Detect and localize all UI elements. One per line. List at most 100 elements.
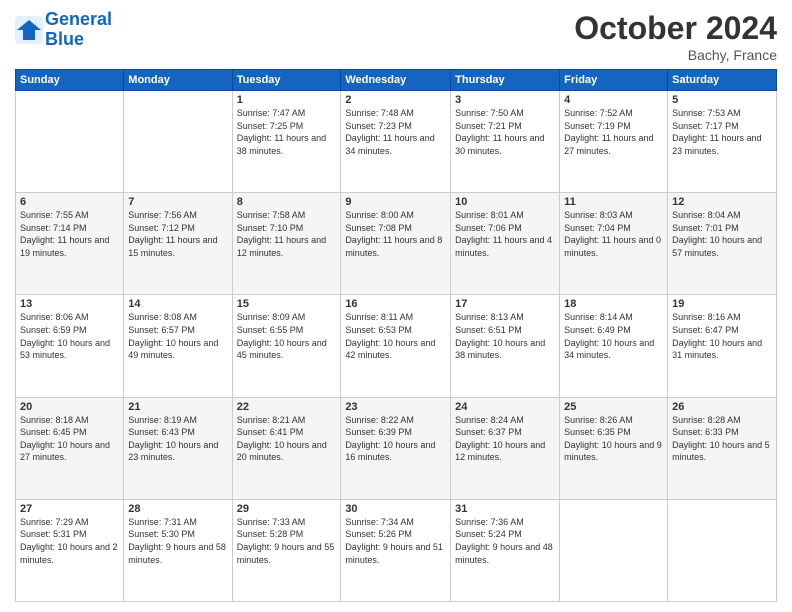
day-number: 17 xyxy=(455,298,555,310)
day-cell: 26Sunrise: 8:28 AM Sunset: 6:33 PM Dayli… xyxy=(668,397,777,499)
day-cell: 30Sunrise: 7:34 AM Sunset: 5:26 PM Dayli… xyxy=(341,499,451,601)
day-info: Sunrise: 7:34 AM Sunset: 5:26 PM Dayligh… xyxy=(345,516,446,566)
day-cell: 24Sunrise: 8:24 AM Sunset: 6:37 PM Dayli… xyxy=(451,397,560,499)
day-cell: 25Sunrise: 8:26 AM Sunset: 6:35 PM Dayli… xyxy=(560,397,668,499)
day-number: 21 xyxy=(128,401,227,413)
logo-icon xyxy=(15,16,43,44)
day-number: 16 xyxy=(345,298,446,310)
day-number: 3 xyxy=(455,94,555,106)
day-info: Sunrise: 7:55 AM Sunset: 7:14 PM Dayligh… xyxy=(20,209,119,259)
logo-blue: Blue xyxy=(45,29,84,49)
day-cell: 13Sunrise: 8:06 AM Sunset: 6:59 PM Dayli… xyxy=(16,295,124,397)
week-row-0: 1Sunrise: 7:47 AM Sunset: 7:25 PM Daylig… xyxy=(16,91,777,193)
day-cell: 6Sunrise: 7:55 AM Sunset: 7:14 PM Daylig… xyxy=(16,193,124,295)
day-info: Sunrise: 8:26 AM Sunset: 6:35 PM Dayligh… xyxy=(564,414,663,464)
day-info: Sunrise: 7:36 AM Sunset: 5:24 PM Dayligh… xyxy=(455,516,555,566)
day-info: Sunrise: 8:00 AM Sunset: 7:08 PM Dayligh… xyxy=(345,209,446,259)
day-number: 20 xyxy=(20,401,119,413)
week-row-3: 20Sunrise: 8:18 AM Sunset: 6:45 PM Dayli… xyxy=(16,397,777,499)
week-row-1: 6Sunrise: 7:55 AM Sunset: 7:14 PM Daylig… xyxy=(16,193,777,295)
day-cell: 21Sunrise: 8:19 AM Sunset: 6:43 PM Dayli… xyxy=(124,397,232,499)
col-sunday: Sunday xyxy=(16,70,124,91)
day-info: Sunrise: 7:31 AM Sunset: 5:30 PM Dayligh… xyxy=(128,516,227,566)
day-number: 8 xyxy=(237,196,337,208)
day-info: Sunrise: 8:08 AM Sunset: 6:57 PM Dayligh… xyxy=(128,311,227,361)
day-cell: 3Sunrise: 7:50 AM Sunset: 7:21 PM Daylig… xyxy=(451,91,560,193)
day-info: Sunrise: 8:13 AM Sunset: 6:51 PM Dayligh… xyxy=(455,311,555,361)
day-number: 15 xyxy=(237,298,337,310)
calendar-table: Sunday Monday Tuesday Wednesday Thursday… xyxy=(15,69,777,602)
day-cell: 28Sunrise: 7:31 AM Sunset: 5:30 PM Dayli… xyxy=(124,499,232,601)
col-friday: Friday xyxy=(560,70,668,91)
header-row: Sunday Monday Tuesday Wednesday Thursday… xyxy=(16,70,777,91)
day-info: Sunrise: 7:58 AM Sunset: 7:10 PM Dayligh… xyxy=(237,209,337,259)
day-cell: 7Sunrise: 7:56 AM Sunset: 7:12 PM Daylig… xyxy=(124,193,232,295)
location: Bachy, France xyxy=(574,47,777,63)
day-cell: 1Sunrise: 7:47 AM Sunset: 7:25 PM Daylig… xyxy=(232,91,341,193)
day-number: 24 xyxy=(455,401,555,413)
day-info: Sunrise: 7:52 AM Sunset: 7:19 PM Dayligh… xyxy=(564,107,663,157)
day-number: 31 xyxy=(455,503,555,515)
day-cell: 15Sunrise: 8:09 AM Sunset: 6:55 PM Dayli… xyxy=(232,295,341,397)
day-number: 9 xyxy=(345,196,446,208)
day-info: Sunrise: 7:33 AM Sunset: 5:28 PM Dayligh… xyxy=(237,516,337,566)
day-cell xyxy=(124,91,232,193)
day-cell: 14Sunrise: 8:08 AM Sunset: 6:57 PM Dayli… xyxy=(124,295,232,397)
col-saturday: Saturday xyxy=(668,70,777,91)
day-number: 26 xyxy=(672,401,772,413)
day-number: 2 xyxy=(345,94,446,106)
month-title: October 2024 xyxy=(574,10,777,47)
day-number: 5 xyxy=(672,94,772,106)
day-cell: 12Sunrise: 8:04 AM Sunset: 7:01 PM Dayli… xyxy=(668,193,777,295)
day-cell: 16Sunrise: 8:11 AM Sunset: 6:53 PM Dayli… xyxy=(341,295,451,397)
col-wednesday: Wednesday xyxy=(341,70,451,91)
day-cell: 23Sunrise: 8:22 AM Sunset: 6:39 PM Dayli… xyxy=(341,397,451,499)
day-info: Sunrise: 7:50 AM Sunset: 7:21 PM Dayligh… xyxy=(455,107,555,157)
day-cell: 19Sunrise: 8:16 AM Sunset: 6:47 PM Dayli… xyxy=(668,295,777,397)
day-cell: 18Sunrise: 8:14 AM Sunset: 6:49 PM Dayli… xyxy=(560,295,668,397)
day-cell xyxy=(560,499,668,601)
day-number: 11 xyxy=(564,196,663,208)
day-number: 4 xyxy=(564,94,663,106)
page: General Blue October 2024 Bachy, France … xyxy=(0,0,792,612)
day-cell: 11Sunrise: 8:03 AM Sunset: 7:04 PM Dayli… xyxy=(560,193,668,295)
day-info: Sunrise: 7:48 AM Sunset: 7:23 PM Dayligh… xyxy=(345,107,446,157)
logo-general: General xyxy=(45,9,112,29)
day-info: Sunrise: 8:09 AM Sunset: 6:55 PM Dayligh… xyxy=(237,311,337,361)
day-number: 25 xyxy=(564,401,663,413)
title-area: October 2024 Bachy, France xyxy=(574,10,777,63)
day-number: 7 xyxy=(128,196,227,208)
day-info: Sunrise: 7:56 AM Sunset: 7:12 PM Dayligh… xyxy=(128,209,227,259)
day-number: 18 xyxy=(564,298,663,310)
day-cell: 2Sunrise: 7:48 AM Sunset: 7:23 PM Daylig… xyxy=(341,91,451,193)
day-info: Sunrise: 8:18 AM Sunset: 6:45 PM Dayligh… xyxy=(20,414,119,464)
day-number: 30 xyxy=(345,503,446,515)
day-cell: 31Sunrise: 7:36 AM Sunset: 5:24 PM Dayli… xyxy=(451,499,560,601)
header: General Blue October 2024 Bachy, France xyxy=(15,10,777,63)
day-info: Sunrise: 8:24 AM Sunset: 6:37 PM Dayligh… xyxy=(455,414,555,464)
day-number: 29 xyxy=(237,503,337,515)
day-cell: 5Sunrise: 7:53 AM Sunset: 7:17 PM Daylig… xyxy=(668,91,777,193)
logo-text: General Blue xyxy=(45,10,112,50)
day-number: 22 xyxy=(237,401,337,413)
day-cell: 22Sunrise: 8:21 AM Sunset: 6:41 PM Dayli… xyxy=(232,397,341,499)
day-number: 10 xyxy=(455,196,555,208)
day-cell xyxy=(668,499,777,601)
day-number: 1 xyxy=(237,94,337,106)
day-number: 27 xyxy=(20,503,119,515)
week-row-2: 13Sunrise: 8:06 AM Sunset: 6:59 PM Dayli… xyxy=(16,295,777,397)
day-info: Sunrise: 8:14 AM Sunset: 6:49 PM Dayligh… xyxy=(564,311,663,361)
day-info: Sunrise: 7:53 AM Sunset: 7:17 PM Dayligh… xyxy=(672,107,772,157)
day-info: Sunrise: 8:22 AM Sunset: 6:39 PM Dayligh… xyxy=(345,414,446,464)
day-number: 23 xyxy=(345,401,446,413)
day-cell: 8Sunrise: 7:58 AM Sunset: 7:10 PM Daylig… xyxy=(232,193,341,295)
logo: General Blue xyxy=(15,10,112,50)
day-info: Sunrise: 7:47 AM Sunset: 7:25 PM Dayligh… xyxy=(237,107,337,157)
day-cell: 20Sunrise: 8:18 AM Sunset: 6:45 PM Dayli… xyxy=(16,397,124,499)
day-number: 28 xyxy=(128,503,227,515)
col-tuesday: Tuesday xyxy=(232,70,341,91)
col-monday: Monday xyxy=(124,70,232,91)
day-info: Sunrise: 8:06 AM Sunset: 6:59 PM Dayligh… xyxy=(20,311,119,361)
day-number: 14 xyxy=(128,298,227,310)
day-cell: 9Sunrise: 8:00 AM Sunset: 7:08 PM Daylig… xyxy=(341,193,451,295)
